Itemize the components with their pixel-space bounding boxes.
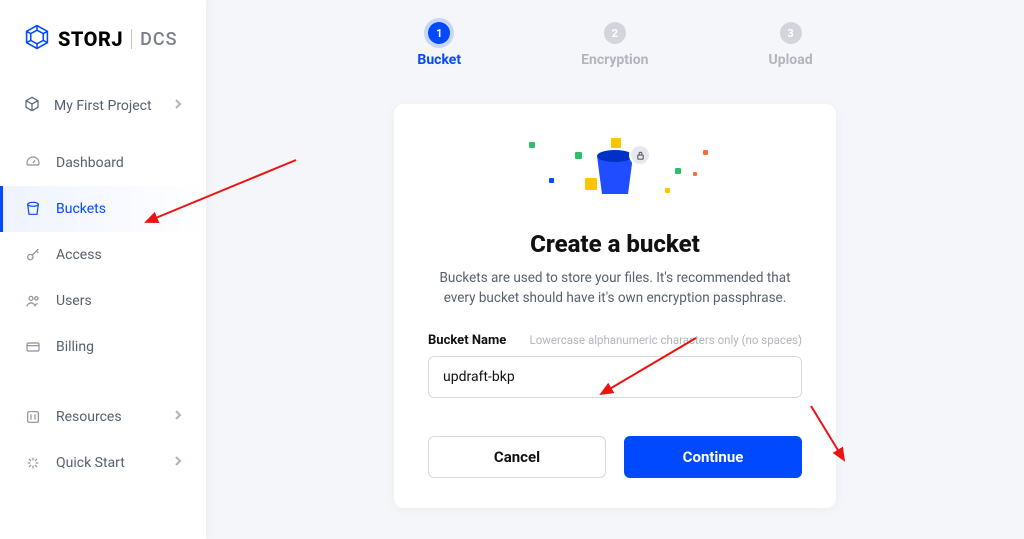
resources-icon: [24, 409, 42, 425]
step-bucket[interactable]: 1 Bucket: [417, 22, 461, 68]
bucket-name-label: Bucket Name: [428, 333, 506, 348]
confetti-icon: [665, 188, 670, 193]
step-label: Upload: [769, 52, 813, 68]
nav: Dashboard Buckets Access Users Billing: [0, 140, 206, 486]
storj-logo-icon: [24, 24, 50, 54]
button-row: Cancel Continue: [428, 436, 802, 478]
nav-item-buckets[interactable]: Buckets: [0, 186, 206, 232]
create-bucket-card: Create a bucket Buckets are used to stor…: [394, 104, 836, 508]
nav-item-billing[interactable]: Billing: [0, 324, 206, 370]
nav-label: Resources: [56, 409, 122, 425]
step-number: 3: [780, 22, 802, 44]
nav-label: Access: [56, 247, 102, 263]
project-label: My First Project: [54, 98, 152, 114]
step-label: Bucket: [417, 52, 461, 68]
continue-button[interactable]: Continue: [624, 436, 802, 478]
cube-icon: [24, 96, 40, 116]
field-header: Bucket Name Lowercase alphanumeric chara…: [428, 333, 802, 348]
nav-item-dashboard[interactable]: Dashboard: [0, 140, 206, 186]
card-subtitle: Buckets are used to store your files. It…: [428, 268, 802, 309]
step-label: Encryption: [581, 52, 648, 68]
confetti-icon: [529, 142, 535, 148]
chevron-right-icon: [174, 409, 182, 425]
nav-item-access[interactable]: Access: [0, 232, 206, 278]
confetti-icon: [693, 172, 697, 176]
step-number: 1: [428, 22, 450, 44]
nav-label: Quick Start: [56, 455, 125, 471]
confetti-icon: [575, 152, 582, 159]
confetti-icon: [675, 168, 681, 174]
brand-divider: [131, 29, 132, 49]
bucket-icon: [24, 201, 42, 217]
main-content: 1 Bucket 2 Encryption 3 Upload: [206, 0, 1024, 539]
bucket-illustration: [428, 138, 802, 212]
nav-item-quick-start[interactable]: Quick Start: [0, 440, 206, 486]
brand-name: STORJ: [58, 27, 123, 51]
project-selector[interactable]: My First Project: [0, 82, 206, 130]
confetti-icon: [703, 150, 708, 155]
step-number: 2: [604, 22, 626, 44]
card-title: Create a bucket: [428, 230, 802, 258]
bucket-name-input[interactable]: [428, 356, 802, 398]
brand-logo: STORJ DCS: [0, 24, 206, 82]
brand-sub: DCS: [140, 29, 177, 50]
step-upload[interactable]: 3 Upload: [769, 22, 813, 68]
nav-label: Buckets: [56, 201, 106, 217]
chevron-right-icon: [174, 98, 182, 114]
card-icon: [24, 339, 42, 355]
nav-label: Billing: [56, 339, 94, 355]
wizard-stepper: 1 Bucket 2 Encryption 3 Upload: [206, 0, 1024, 68]
sidebar: STORJ DCS My First Project Dashboard Buc…: [0, 0, 206, 539]
nav-label: Users: [56, 293, 92, 309]
bucket-name-hint: Lowercase alphanumeric characters only (…: [530, 333, 803, 347]
nav-label: Dashboard: [56, 155, 124, 171]
confetti-icon: [549, 178, 554, 183]
step-encryption[interactable]: 2 Encryption: [581, 22, 648, 68]
lock-icon: [629, 144, 651, 166]
nav-item-resources[interactable]: Resources: [0, 394, 206, 440]
nav-item-users[interactable]: Users: [0, 278, 206, 324]
chevron-right-icon: [174, 455, 182, 471]
dashboard-icon: [24, 155, 42, 171]
sparkle-icon: [24, 455, 42, 471]
key-icon: [24, 247, 42, 263]
cancel-button[interactable]: Cancel: [428, 436, 606, 478]
users-icon: [24, 293, 42, 309]
